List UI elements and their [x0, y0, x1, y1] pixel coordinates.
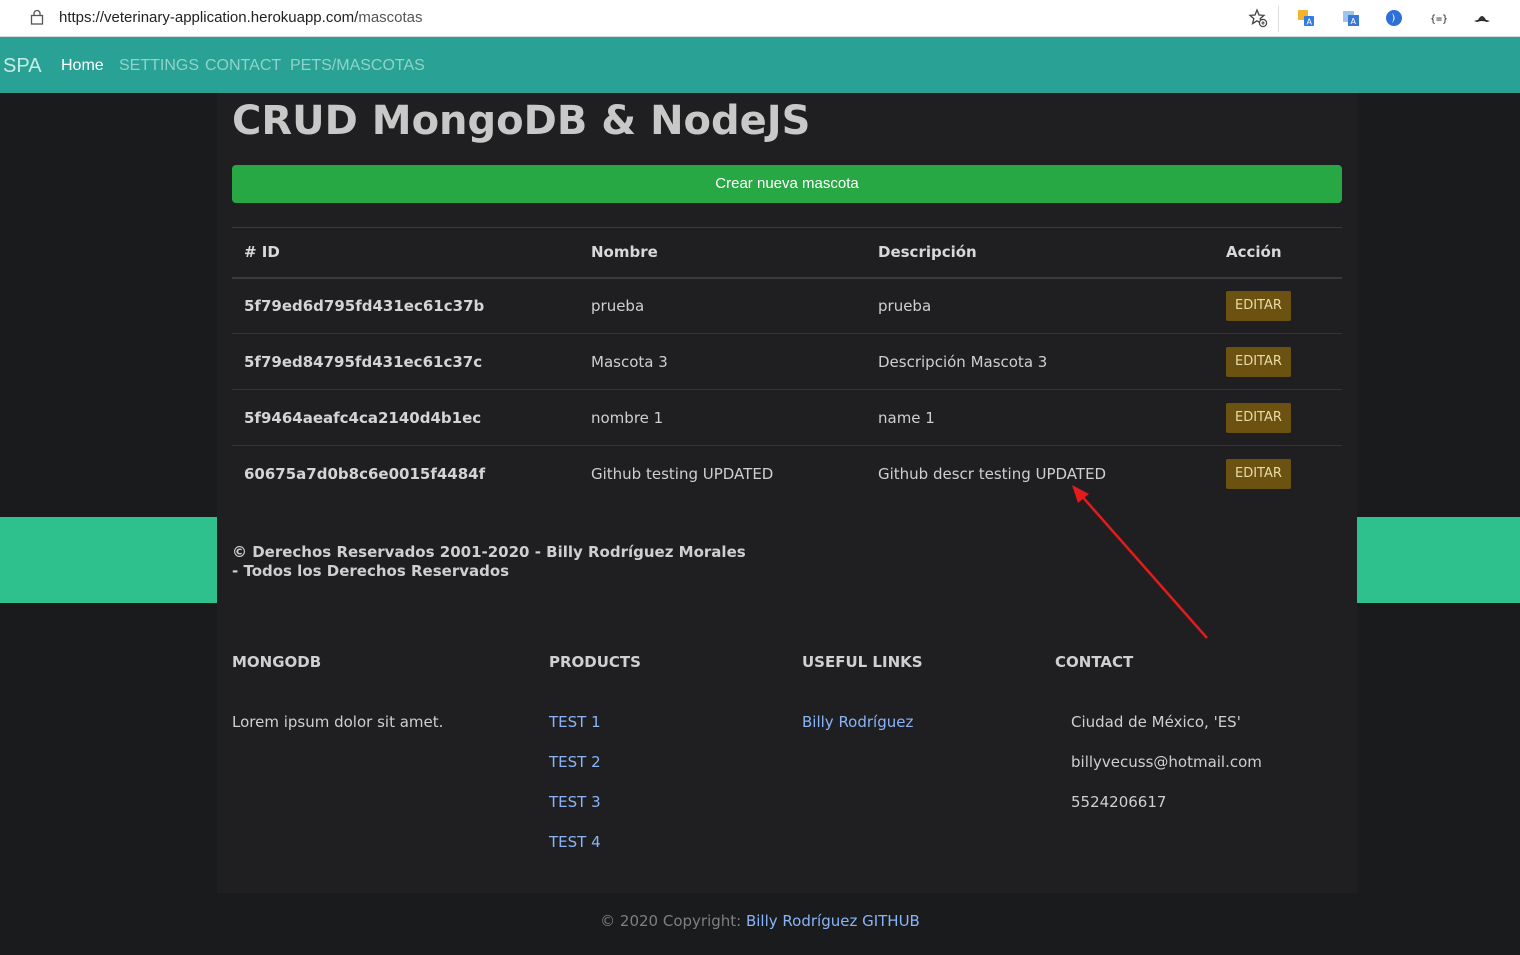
footer-mongodb-text: Lorem ipsum dolor sit amet.	[232, 713, 444, 731]
table-header-row: # ID Nombre Descripción Acción	[232, 227, 1342, 279]
copyright-text: © 2020 Copyright:	[600, 912, 746, 930]
pet-name-cell: Github testing UPDATED	[591, 464, 774, 483]
svg-text:A: A	[1351, 17, 1357, 26]
svg-text:A: A	[1307, 18, 1313, 27]
table-row: 5f79ed84795fd431ec61c37c Mascota 3 Descr…	[232, 333, 1342, 390]
pet-id-cell: 5f79ed84795fd431ec61c37c	[232, 333, 579, 390]
main-container: CRUD MongoDB & NodeJS Crear nueva mascot…	[217, 93, 1357, 517]
action-cell: EDITAR	[1214, 277, 1342, 334]
contact-address: Ciudad de México, 'ES'	[1071, 713, 1241, 731]
pet-name-cell: nombre 1	[579, 389, 866, 446]
page-translate-icon[interactable]: A	[1342, 9, 1360, 27]
accent-band-right	[1357, 517, 1520, 603]
lock-icon	[30, 9, 44, 25]
nav-link-pets[interactable]: PETS/MASCOTAS	[290, 57, 425, 75]
footer-title-contact: CONTACT	[1055, 653, 1134, 671]
pet-description-cell: Descripción Mascota 3	[866, 333, 1214, 390]
footer-title-products: PRODUCTS	[549, 653, 641, 671]
footer-title-mongodb: MONGODB	[232, 653, 322, 671]
action-cell: EDITAR	[1214, 333, 1342, 390]
pet-description-cell: prueba	[866, 277, 1214, 334]
nav-link-contact[interactable]: CONTACT	[205, 57, 281, 75]
column-header-nombre: Nombre	[579, 227, 866, 279]
pets-table: # ID Nombre Descripción Acción 5f79ed6d7…	[232, 227, 1342, 502]
nav-link-settings[interactable]: SETTINGS	[119, 57, 199, 75]
table-row: 60675a7d0b8c6e0015f4484f Github testing …	[232, 446, 1342, 502]
rights-notice: © Derechos Reservados 2001-2020 - Billy …	[232, 543, 746, 581]
copyright-bar: © 2020 Copyright: Billy Rodríguez GITHUB	[0, 912, 1520, 930]
pet-name-cell: prueba	[579, 277, 866, 334]
top-navbar: SPA Home SETTINGS CONTACT PETS/MASCOTAS	[0, 37, 1520, 93]
privacy-extension-icon[interactable]	[1385, 9, 1403, 27]
footer-link-test-4[interactable]: TEST 4	[549, 833, 601, 851]
column-header-accion: Acción	[1214, 227, 1342, 279]
pet-id-cell: 5f79ed6d795fd431ec61c37b	[232, 277, 579, 334]
footer-link-test-2[interactable]: TEST 2	[549, 753, 601, 771]
svg-text:{=}: {=}	[1430, 14, 1447, 25]
action-cell: EDITAR	[1214, 446, 1342, 502]
accent-band-left	[0, 517, 217, 603]
edit-button[interactable]: EDITAR	[1226, 458, 1291, 489]
footer-link-test-3[interactable]: TEST 3	[549, 793, 601, 811]
github-link[interactable]: Billy Rodríguez GITHUB	[746, 912, 920, 930]
json-formatter-icon[interactable]: {=}	[1429, 9, 1447, 27]
pet-name-cell: Mascota 3	[579, 333, 866, 390]
pet-description-cell: name 1	[866, 389, 1214, 446]
column-header-descripcion: Descripción	[866, 227, 1214, 279]
footer-title-useful-links: USEFUL LINKS	[802, 653, 923, 671]
footer: MONGODB Lorem ipsum dolor sit amet. PROD…	[217, 603, 1357, 893]
pet-id-cell: 60675a7d0b8c6e0015f4484f	[244, 464, 486, 483]
footer-link-test-1[interactable]: TEST 1	[549, 713, 601, 731]
brand-logo[interactable]: SPA	[3, 55, 42, 78]
browser-address-bar: https://veterinary-application.herokuapp…	[0, 0, 1520, 37]
url-field[interactable]: https://veterinary-application.herokuapp…	[59, 9, 423, 26]
rights-line-2: - Todos los Derechos Reservados	[232, 562, 510, 580]
url-host: https://veterinary-application.herokuapp…	[59, 9, 359, 26]
rights-section: © Derechos Reservados 2001-2020 - Billy …	[217, 517, 1357, 603]
nav-link-home[interactable]: Home	[61, 57, 104, 75]
favorite-star-icon[interactable]	[1248, 8, 1268, 28]
table-row: 5f79ed6d795fd431ec61c37b prueba prueba E…	[232, 277, 1342, 334]
pet-description-cell: Github descr testing UPDATED	[878, 464, 1107, 483]
footer-link-billy[interactable]: Billy Rodríguez	[802, 713, 913, 731]
table-row: 5f9464aeafc4ca2140d4b1ec nombre 1 name 1…	[232, 389, 1342, 446]
edit-button[interactable]: EDITAR	[1226, 290, 1291, 321]
rights-line-1: © Derechos Reservados 2001-2020 - Billy …	[232, 543, 746, 561]
url-path: mascotas	[358, 9, 423, 26]
create-pet-button[interactable]: Crear nueva mascota	[232, 165, 1342, 203]
column-header-id: # ID	[232, 227, 579, 279]
edit-button[interactable]: EDITAR	[1226, 346, 1291, 377]
address-divider	[1278, 6, 1279, 32]
hat-extension-icon[interactable]	[1473, 9, 1491, 27]
contact-email: billyvecuss@hotmail.com	[1071, 753, 1262, 771]
pet-id-cell: 5f9464aeafc4ca2140d4b1ec	[232, 389, 579, 446]
action-cell: EDITAR	[1214, 389, 1342, 446]
page-title: CRUD MongoDB & NodeJS	[232, 98, 811, 144]
translate-extension-icon[interactable]: A	[1297, 9, 1315, 27]
contact-phone: 5524206617	[1071, 793, 1167, 811]
edit-button[interactable]: EDITAR	[1226, 402, 1291, 433]
